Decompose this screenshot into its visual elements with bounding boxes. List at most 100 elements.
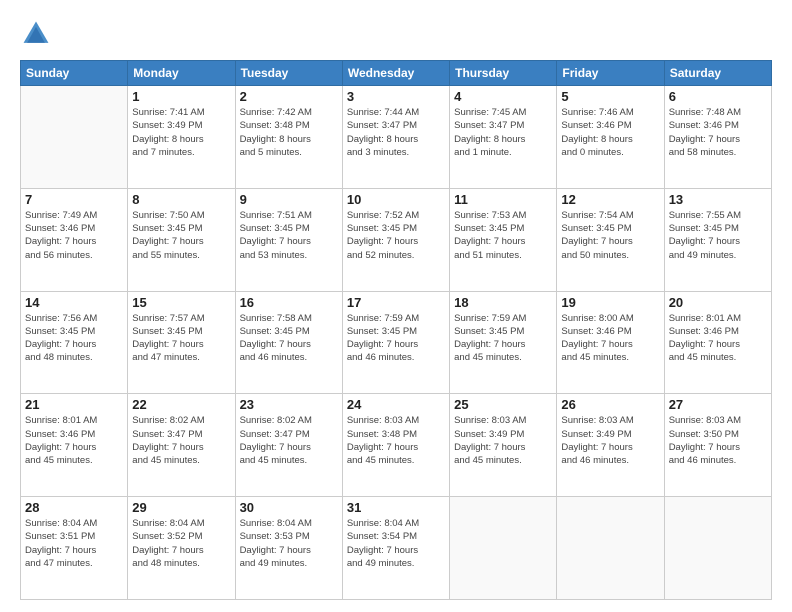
weekday-header-friday: Friday bbox=[557, 61, 664, 86]
day-info: Sunrise: 7:59 AMSunset: 3:45 PMDaylight:… bbox=[347, 312, 445, 365]
calendar-cell bbox=[21, 86, 128, 189]
day-number: 26 bbox=[561, 397, 659, 412]
calendar-cell: 26 Sunrise: 8:03 AMSunset: 3:49 PMDayligh… bbox=[557, 394, 664, 497]
weekday-header-sunday: Sunday bbox=[21, 61, 128, 86]
weekday-header-saturday: Saturday bbox=[664, 61, 771, 86]
day-number: 23 bbox=[240, 397, 338, 412]
day-number: 14 bbox=[25, 295, 123, 310]
day-info: Sunrise: 7:50 AMSunset: 3:45 PMDaylight:… bbox=[132, 209, 230, 262]
day-number: 1 bbox=[132, 89, 230, 104]
day-info: Sunrise: 8:03 AMSunset: 3:50 PMDaylight:… bbox=[669, 414, 767, 467]
calendar-cell: 16 Sunrise: 7:58 AMSunset: 3:45 PMDayligh… bbox=[235, 291, 342, 394]
calendar-cell: 8 Sunrise: 7:50 AMSunset: 3:45 PMDaylight… bbox=[128, 188, 235, 291]
day-info: Sunrise: 7:51 AMSunset: 3:45 PMDaylight:… bbox=[240, 209, 338, 262]
day-number: 25 bbox=[454, 397, 552, 412]
day-info: Sunrise: 8:01 AMSunset: 3:46 PMDaylight:… bbox=[25, 414, 123, 467]
calendar-cell: 27 Sunrise: 8:03 AMSunset: 3:50 PMDayligh… bbox=[664, 394, 771, 497]
day-number: 30 bbox=[240, 500, 338, 515]
calendar-cell: 15 Sunrise: 7:57 AMSunset: 3:45 PMDayligh… bbox=[128, 291, 235, 394]
day-number: 6 bbox=[669, 89, 767, 104]
calendar-header: SundayMondayTuesdayWednesdayThursdayFrid… bbox=[21, 61, 772, 86]
day-info: Sunrise: 7:57 AMSunset: 3:45 PMDaylight:… bbox=[132, 312, 230, 365]
day-info: Sunrise: 7:56 AMSunset: 3:45 PMDaylight:… bbox=[25, 312, 123, 365]
day-info: Sunrise: 7:46 AMSunset: 3:46 PMDaylight:… bbox=[561, 106, 659, 159]
day-info: Sunrise: 8:03 AMSunset: 3:49 PMDaylight:… bbox=[561, 414, 659, 467]
day-info: Sunrise: 8:00 AMSunset: 3:46 PMDaylight:… bbox=[561, 312, 659, 365]
calendar-cell: 12 Sunrise: 7:54 AMSunset: 3:45 PMDayligh… bbox=[557, 188, 664, 291]
day-info: Sunrise: 8:03 AMSunset: 3:48 PMDaylight:… bbox=[347, 414, 445, 467]
day-number: 21 bbox=[25, 397, 123, 412]
calendar-cell: 25 Sunrise: 8:03 AMSunset: 3:49 PMDayligh… bbox=[450, 394, 557, 497]
day-number: 20 bbox=[669, 295, 767, 310]
calendar-cell: 1 Sunrise: 7:41 AMSunset: 3:49 PMDaylight… bbox=[128, 86, 235, 189]
day-number: 22 bbox=[132, 397, 230, 412]
calendar-cell bbox=[664, 497, 771, 600]
weekday-header-wednesday: Wednesday bbox=[342, 61, 449, 86]
day-number: 18 bbox=[454, 295, 552, 310]
page: SundayMondayTuesdayWednesdayThursdayFrid… bbox=[0, 0, 792, 612]
calendar-cell: 24 Sunrise: 8:03 AMSunset: 3:48 PMDayligh… bbox=[342, 394, 449, 497]
day-info: Sunrise: 8:03 AMSunset: 3:49 PMDaylight:… bbox=[454, 414, 552, 467]
calendar-week-3: 14 Sunrise: 7:56 AMSunset: 3:45 PMDayligh… bbox=[21, 291, 772, 394]
day-number: 29 bbox=[132, 500, 230, 515]
day-number: 16 bbox=[240, 295, 338, 310]
weekday-row: SundayMondayTuesdayWednesdayThursdayFrid… bbox=[21, 61, 772, 86]
day-info: Sunrise: 8:01 AMSunset: 3:46 PMDaylight:… bbox=[669, 312, 767, 365]
calendar-week-1: 1 Sunrise: 7:41 AMSunset: 3:49 PMDaylight… bbox=[21, 86, 772, 189]
day-info: Sunrise: 7:52 AMSunset: 3:45 PMDaylight:… bbox=[347, 209, 445, 262]
calendar-week-2: 7 Sunrise: 7:49 AMSunset: 3:46 PMDaylight… bbox=[21, 188, 772, 291]
day-info: Sunrise: 7:58 AMSunset: 3:45 PMDaylight:… bbox=[240, 312, 338, 365]
day-info: Sunrise: 8:04 AMSunset: 3:53 PMDaylight:… bbox=[240, 517, 338, 570]
day-number: 11 bbox=[454, 192, 552, 207]
day-info: Sunrise: 7:48 AMSunset: 3:46 PMDaylight:… bbox=[669, 106, 767, 159]
day-info: Sunrise: 7:49 AMSunset: 3:46 PMDaylight:… bbox=[25, 209, 123, 262]
day-number: 19 bbox=[561, 295, 659, 310]
calendar-cell: 10 Sunrise: 7:52 AMSunset: 3:45 PMDayligh… bbox=[342, 188, 449, 291]
day-info: Sunrise: 7:54 AMSunset: 3:45 PMDaylight:… bbox=[561, 209, 659, 262]
calendar-cell: 6 Sunrise: 7:48 AMSunset: 3:46 PMDaylight… bbox=[664, 86, 771, 189]
logo bbox=[20, 18, 56, 50]
calendar-week-4: 21 Sunrise: 8:01 AMSunset: 3:46 PMDayligh… bbox=[21, 394, 772, 497]
calendar-cell: 28 Sunrise: 8:04 AMSunset: 3:51 PMDayligh… bbox=[21, 497, 128, 600]
calendar-cell: 17 Sunrise: 7:59 AMSunset: 3:45 PMDayligh… bbox=[342, 291, 449, 394]
header bbox=[20, 18, 772, 50]
day-number: 10 bbox=[347, 192, 445, 207]
day-info: Sunrise: 8:02 AMSunset: 3:47 PMDaylight:… bbox=[240, 414, 338, 467]
day-info: Sunrise: 7:44 AMSunset: 3:47 PMDaylight:… bbox=[347, 106, 445, 159]
day-info: Sunrise: 7:55 AMSunset: 3:45 PMDaylight:… bbox=[669, 209, 767, 262]
day-number: 3 bbox=[347, 89, 445, 104]
day-info: Sunrise: 7:53 AMSunset: 3:45 PMDaylight:… bbox=[454, 209, 552, 262]
day-number: 24 bbox=[347, 397, 445, 412]
calendar-cell: 13 Sunrise: 7:55 AMSunset: 3:45 PMDayligh… bbox=[664, 188, 771, 291]
day-number: 5 bbox=[561, 89, 659, 104]
calendar-week-5: 28 Sunrise: 8:04 AMSunset: 3:51 PMDayligh… bbox=[21, 497, 772, 600]
day-number: 17 bbox=[347, 295, 445, 310]
calendar-cell: 18 Sunrise: 7:59 AMSunset: 3:45 PMDayligh… bbox=[450, 291, 557, 394]
day-number: 27 bbox=[669, 397, 767, 412]
day-number: 28 bbox=[25, 500, 123, 515]
calendar-cell: 23 Sunrise: 8:02 AMSunset: 3:47 PMDayligh… bbox=[235, 394, 342, 497]
day-number: 2 bbox=[240, 89, 338, 104]
calendar-cell: 7 Sunrise: 7:49 AMSunset: 3:46 PMDaylight… bbox=[21, 188, 128, 291]
day-number: 8 bbox=[132, 192, 230, 207]
calendar: SundayMondayTuesdayWednesdayThursdayFrid… bbox=[20, 60, 772, 600]
day-info: Sunrise: 7:41 AMSunset: 3:49 PMDaylight:… bbox=[132, 106, 230, 159]
calendar-cell: 2 Sunrise: 7:42 AMSunset: 3:48 PMDaylight… bbox=[235, 86, 342, 189]
day-number: 31 bbox=[347, 500, 445, 515]
day-number: 15 bbox=[132, 295, 230, 310]
day-number: 12 bbox=[561, 192, 659, 207]
day-info: Sunrise: 7:59 AMSunset: 3:45 PMDaylight:… bbox=[454, 312, 552, 365]
calendar-cell: 21 Sunrise: 8:01 AMSunset: 3:46 PMDayligh… bbox=[21, 394, 128, 497]
logo-icon bbox=[20, 18, 52, 50]
day-number: 13 bbox=[669, 192, 767, 207]
day-number: 4 bbox=[454, 89, 552, 104]
calendar-cell: 5 Sunrise: 7:46 AMSunset: 3:46 PMDaylight… bbox=[557, 86, 664, 189]
day-info: Sunrise: 8:04 AMSunset: 3:51 PMDaylight:… bbox=[25, 517, 123, 570]
day-number: 9 bbox=[240, 192, 338, 207]
day-number: 7 bbox=[25, 192, 123, 207]
calendar-cell: 19 Sunrise: 8:00 AMSunset: 3:46 PMDayligh… bbox=[557, 291, 664, 394]
day-info: Sunrise: 7:42 AMSunset: 3:48 PMDaylight:… bbox=[240, 106, 338, 159]
calendar-cell bbox=[450, 497, 557, 600]
calendar-cell: 20 Sunrise: 8:01 AMSunset: 3:46 PMDayligh… bbox=[664, 291, 771, 394]
calendar-cell: 31Sunrise: 8:04 AMSunset: 3:54 PMDayligh… bbox=[342, 497, 449, 600]
